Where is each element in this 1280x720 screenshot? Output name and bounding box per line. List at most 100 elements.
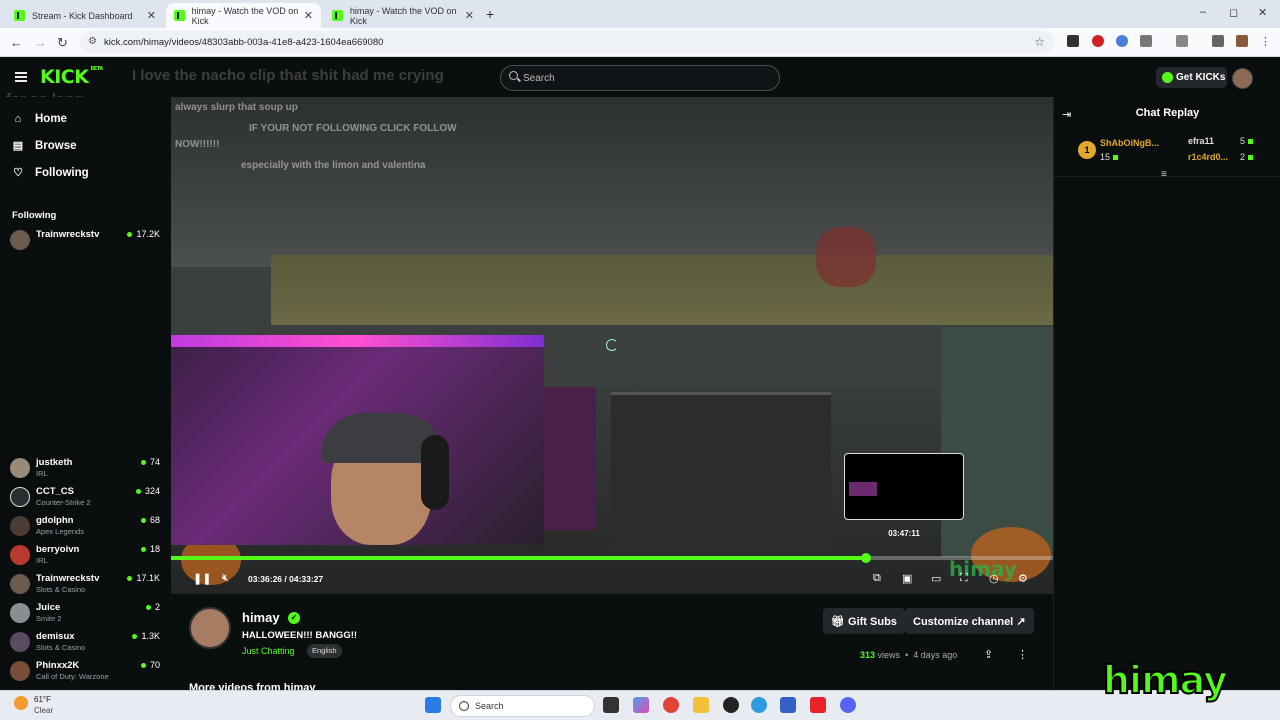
streamer-name[interactable]: himay xyxy=(242,610,280,625)
seek-preview-time: 03:47:11 xyxy=(888,529,920,538)
following-channel[interactable]: Juice Smite 2 2 xyxy=(10,600,160,626)
weather-temperature: 61°F xyxy=(34,695,51,704)
facecam-overlay xyxy=(544,387,596,530)
corner-channel-watermark: himay xyxy=(1102,657,1229,703)
overlay-chat-message: especially with the limon and valentina xyxy=(241,160,426,171)
video-player[interactable]: always slurp that soup up IF YOUR NOT FO… xyxy=(171,97,1053,594)
external-link-icon: ↗ xyxy=(1016,616,1026,628)
channel-avatar xyxy=(10,516,30,536)
reload-icon[interactable]: ↻ xyxy=(57,35,68,51)
clip-icon[interactable]: ▣ xyxy=(902,572,912,585)
language-tag[interactable]: English xyxy=(307,644,342,658)
kick-logo[interactable]: KICK BETA xyxy=(40,66,103,88)
site-info-icon[interactable]: ⚙ xyxy=(88,36,97,47)
theater-mode-icon[interactable]: ▭ xyxy=(931,572,941,585)
leaderboard-user[interactable]: efra11 xyxy=(1188,136,1214,146)
extensions-puzzle-icon[interactable] xyxy=(1140,35,1152,47)
close-tab-icon[interactable]: ✕ xyxy=(304,9,313,22)
stream-category[interactable]: Just Chatting xyxy=(242,646,295,656)
windows-start-icon[interactable] xyxy=(425,697,441,713)
gift-icon: 🎁︎ xyxy=(831,616,845,628)
channel-avatar xyxy=(10,603,30,623)
new-tab-button[interactable]: + xyxy=(486,6,494,22)
muted-volume-icon[interactable]: 🔇︎ xyxy=(222,572,229,585)
close-window-button[interactable]: ✕ xyxy=(1258,6,1267,19)
seek-bar[interactable] xyxy=(171,553,1053,563)
taskbar-search[interactable]: Search xyxy=(450,695,595,717)
extension-icon[interactable] xyxy=(1067,35,1079,47)
close-tab-icon[interactable]: ✕ xyxy=(465,9,474,22)
stream-title: HALLOWEEN!!! BANGG!! xyxy=(242,630,358,641)
reading-list-icon[interactable] xyxy=(1212,35,1224,47)
audio-extension-icon[interactable] xyxy=(1116,35,1128,47)
file-explorer-icon[interactable] xyxy=(693,697,709,713)
channel-avatar xyxy=(10,574,30,594)
gift-subs-button[interactable]: 🎁︎ Gift Subs xyxy=(823,608,905,634)
leaderboard-count: 15 xyxy=(1100,152,1118,162)
close-tab-icon[interactable]: ✕ xyxy=(147,9,156,22)
maximize-button[interactable]: ◻ xyxy=(1229,6,1238,19)
kick-header: KICK BETA I love the nacho clip that shit… xyxy=(0,57,1280,108)
channel-avatar xyxy=(10,661,30,681)
share-icon[interactable]: ⇪ xyxy=(984,648,993,661)
overlay-chat-message: NOW!!!!!! xyxy=(175,139,220,150)
settings-gear-icon[interactable]: ⚙ xyxy=(1018,572,1028,585)
channel-avatar xyxy=(10,230,30,250)
browser-tab[interactable]: himay - Watch the VOD on Kick ✕ xyxy=(324,3,482,28)
fullscreen-icon[interactable]: ⛶ xyxy=(960,572,968,585)
seek-preview-thumbnail xyxy=(844,453,964,520)
chrome-icon[interactable] xyxy=(663,697,679,713)
following-channel[interactable]: justketh IRL 74 xyxy=(10,455,160,481)
following-channel[interactable]: CCT_CS Counter-Strike 2 324 xyxy=(10,484,160,510)
playback-speed-icon[interactable]: ◷ xyxy=(989,572,999,585)
picture-in-picture-icon[interactable]: ⧉ xyxy=(873,572,881,585)
sidebar-item-following[interactable]: ♡ Following xyxy=(12,167,89,179)
home-icon: ⌂ xyxy=(14,113,22,125)
sidebar: ⌂ Home ▤ Browse ♡ Following Following Tr… xyxy=(0,97,171,690)
browser-menu-icon[interactable]: ⋮ xyxy=(1260,35,1272,48)
bookmark-star-icon[interactable]: ☆ xyxy=(1034,35,1045,49)
leaderboard-user[interactable]: r1c4rd0... xyxy=(1188,152,1228,162)
copilot-icon[interactable] xyxy=(633,697,649,713)
browser-tab[interactable]: Stream - Kick Dashboard ✕ xyxy=(6,3,164,28)
sidebar-item-home[interactable]: ⌂ Home xyxy=(12,113,67,125)
back-icon[interactable]: ← xyxy=(10,35,23,50)
url-field[interactable]: ⚙ kick.com/himay/videos/48303abb-003a-41… xyxy=(80,31,1055,53)
seek-bar-handle[interactable] xyxy=(861,553,872,563)
media-control-icon[interactable] xyxy=(1176,35,1188,47)
leaderboard-user[interactable]: ShAbOiNgB... xyxy=(1100,138,1159,148)
following-channel[interactable]: demisux Slots & Casino 1.3K xyxy=(10,629,160,655)
edge-icon[interactable] xyxy=(751,697,767,713)
profile-icon[interactable] xyxy=(1236,35,1248,47)
obs-icon[interactable] xyxy=(723,697,739,713)
opera-extension-icon[interactable] xyxy=(1092,35,1104,47)
forward-icon[interactable]: → xyxy=(34,35,47,50)
video-timecode: 03:36:26 / 04:33:27 xyxy=(248,574,324,584)
task-view-icon[interactable] xyxy=(603,697,619,713)
customize-channel-button[interactable]: Customize channel ↗ xyxy=(905,608,1034,634)
tab-title: Stream - Kick Dashboard xyxy=(32,10,133,21)
pause-icon[interactable]: ❚❚ xyxy=(193,572,211,585)
following-channel[interactable]: Phinxx2K Call of Duty: Warzone 70 xyxy=(10,658,160,684)
streamer-avatar[interactable] xyxy=(189,607,231,649)
expand-leaderboard-icon[interactable]: ≡ xyxy=(1161,169,1167,180)
overlay-chat-message: always slurp that soup up xyxy=(175,102,298,113)
following-channel[interactable]: gdolphn Apex Legends 68 xyxy=(10,513,160,539)
minimize-button[interactable]: – xyxy=(1200,6,1206,18)
menu-icon[interactable] xyxy=(15,72,27,82)
more-options-icon[interactable]: ⋮ xyxy=(1017,648,1028,661)
user-avatar[interactable] xyxy=(1232,68,1253,89)
weather-icon[interactable] xyxy=(14,696,28,710)
discord-icon[interactable] xyxy=(840,697,856,713)
browser-tab-active[interactable]: himay - Watch the VOD on Kick ✕ xyxy=(166,3,321,28)
following-channel[interactable]: Trainwreckstv Slots & Casino 17.1K xyxy=(10,571,160,597)
search-input[interactable]: Search xyxy=(500,65,780,91)
sidebar-item-browse[interactable]: ▤ Browse xyxy=(12,140,77,152)
store-icon[interactable] xyxy=(780,697,796,713)
following-channel[interactable]: Trainwreckstv 17.2K xyxy=(10,227,160,253)
following-channel[interactable]: berryoivn IRL 18 xyxy=(10,542,160,568)
youtube-icon[interactable] xyxy=(810,697,826,713)
get-kicks-button[interactable]: Get KICKs xyxy=(1156,67,1227,88)
rank-badge: 1 xyxy=(1078,141,1096,159)
kicks-coin-icon xyxy=(1162,72,1173,83)
